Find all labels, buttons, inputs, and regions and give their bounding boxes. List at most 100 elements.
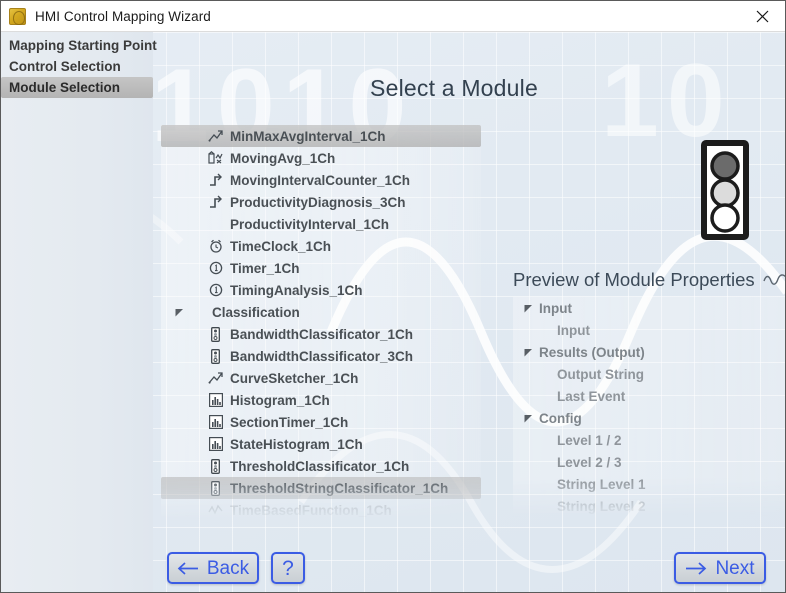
- preview-properties-list[interactable]: Input Input Results (Output) Output String L…: [513, 297, 785, 517]
- arrow-left-icon: [177, 561, 199, 575]
- sidebar-item-label: Mapping Starting Point: [9, 38, 157, 53]
- sidebar-item-label: Control Selection: [9, 59, 121, 74]
- module-list-item[interactable]: MovingAvg_1Ch: [161, 147, 481, 169]
- timer-icon: [207, 260, 224, 276]
- help-button[interactable]: ?: [271, 552, 305, 584]
- preview-property-row[interactable]: Level 1 / 2: [513, 429, 785, 451]
- preview-row-label: Output String: [557, 366, 644, 382]
- close-icon[interactable]: [740, 1, 785, 31]
- wizard-icon: [9, 7, 26, 25]
- module-list-item-label: CurveSketcher_1Ch: [230, 370, 359, 386]
- module-list-item[interactable]: TimeBasedFunction_1Ch: [161, 499, 481, 521]
- module-list-item[interactable]: Histogram_1Ch: [161, 389, 481, 411]
- chevron-down-icon[interactable]: [523, 413, 533, 423]
- preview-row-label: Input: [539, 300, 572, 316]
- preview-property-row[interactable]: String Level 1: [513, 473, 785, 495]
- module-list-item-label: SectionTimer_1Ch: [230, 414, 349, 430]
- module-list-item[interactable]: StateHistogram_1Ch: [161, 433, 481, 455]
- preview-row-label: Level 2 / 3: [557, 454, 622, 470]
- chevron-down-icon[interactable]: [523, 347, 533, 357]
- help-button-label: ?: [282, 556, 294, 580]
- module-list-item-label: ThresholdStringClassificator_1Ch: [230, 480, 449, 496]
- preview-property-row[interactable]: Level 2 / 3: [513, 451, 785, 473]
- module-list-item-label: TimeClock_1Ch: [230, 238, 332, 254]
- module-list-item[interactable]: CurveSketcher_1Ch: [161, 367, 481, 389]
- module-list-item[interactable]: BandwidthClassificator_3Ch: [161, 345, 481, 367]
- preview-row-label: Results (Output): [539, 344, 645, 360]
- module-list-item-label: Histogram_1Ch: [230, 392, 330, 408]
- next-button[interactable]: Next: [674, 552, 766, 584]
- wizard-window: 1010 10 HMI Control Mapping Wizard Mappi…: [0, 0, 786, 593]
- moving-avg-icon: [207, 150, 224, 166]
- traffic-light-icon: [207, 348, 224, 364]
- module-list-item[interactable]: ThresholdStringClassificator_1Ch: [161, 477, 481, 499]
- scatter-trend-icon: [207, 370, 224, 386]
- module-list-item[interactable]: Classification: [161, 301, 481, 323]
- preview-group-row[interactable]: Config: [513, 407, 785, 429]
- back-button-label: Back: [206, 557, 250, 579]
- preview-property-row[interactable]: Output String: [513, 363, 785, 385]
- module-list-item-label: TimeBasedFunction_1Ch: [230, 502, 392, 518]
- module-list-item-label: ProductivityDiagnosis_3Ch: [230, 194, 406, 210]
- module-list-item-label: StateHistogram_1Ch: [230, 436, 363, 452]
- traffic-light-icon: [701, 140, 749, 240]
- module-list-item-label: MovingAvg_1Ch: [230, 150, 336, 166]
- waveform-icon: [207, 502, 224, 518]
- module-list-item-label: TimingAnalysis_1Ch: [230, 282, 363, 298]
- preview-panel-title: Preview of Module Properties: [513, 269, 785, 291]
- preview-group-row[interactable]: Results (Output): [513, 341, 785, 363]
- chevron-down-icon[interactable]: [173, 308, 185, 317]
- module-list-item[interactable]: ThresholdClassificator_1Ch: [161, 455, 481, 477]
- preview-property-row[interactable]: Last Event: [513, 385, 785, 407]
- preview-title-label: Preview of Module Properties: [513, 269, 755, 290]
- preview-row-label: Level 1 / 2: [557, 432, 622, 448]
- preview-row-label: Last Event: [557, 388, 626, 404]
- traffic-light-icon: [207, 458, 224, 474]
- module-list-item-label: MovingIntervalCounter_1Ch: [230, 172, 411, 188]
- module-list-item[interactable]: MovingIntervalCounter_1Ch: [161, 169, 481, 191]
- module-list-item[interactable]: TimingAnalysis_1Ch: [161, 279, 481, 301]
- arrow-right-icon: [685, 561, 707, 575]
- timer-icon: [207, 282, 224, 298]
- preview-row-label: String Level 1: [557, 476, 646, 492]
- waveform-icon: [762, 269, 785, 291]
- module-list-item[interactable]: SectionTimer_1Ch: [161, 411, 481, 433]
- module-list-item[interactable]: TimeClock_1Ch: [161, 235, 481, 257]
- preview-row-label: Input: [557, 322, 590, 338]
- module-list-item[interactable]: BandwidthClassificator_1Ch: [161, 323, 481, 345]
- histogram-icon: [207, 414, 224, 430]
- sidebar-item-mapping-starting-point[interactable]: Mapping Starting Point: [1, 35, 157, 56]
- alarm-clock-icon: [207, 238, 224, 254]
- module-list-item-label: Timer_1Ch: [230, 260, 300, 276]
- module-list[interactable]: MinMaxAvgInterval_1Ch MovingAvg_1Ch Moving…: [161, 125, 481, 521]
- title-bar: HMI Control Mapping Wizard: [1, 1, 785, 32]
- module-list-item-label: Classification: [212, 304, 300, 320]
- back-button[interactable]: Back: [167, 552, 259, 584]
- module-list-item-label: ProductivityInterval_1Ch: [230, 216, 390, 232]
- chevron-down-icon[interactable]: [523, 303, 533, 313]
- preview-group-row[interactable]: Input: [513, 297, 785, 319]
- preview-property-row[interactable]: String Level 2: [513, 495, 785, 517]
- page-title: Select a Module: [370, 75, 538, 101]
- step-signal-icon: [207, 194, 224, 210]
- wizard-steps-sidebar: Mapping Starting Point Control Selection…: [1, 32, 157, 592]
- sidebar-item-control-selection[interactable]: Control Selection: [1, 56, 153, 77]
- window-title: HMI Control Mapping Wizard: [35, 8, 211, 24]
- preview-property-row[interactable]: Input: [513, 319, 785, 341]
- module-list-item[interactable]: MinMaxAvgInterval_1Ch: [161, 125, 481, 147]
- module-list-item[interactable]: ProductivityInterval_1Ch: [161, 213, 481, 235]
- histogram-icon: [207, 392, 224, 408]
- step-signal-icon: [207, 172, 224, 188]
- traffic-light-icon: [207, 480, 224, 496]
- next-button-label: Next: [715, 557, 755, 579]
- scatter-trend-icon: [207, 128, 224, 144]
- traffic-light-icon: [207, 326, 224, 342]
- module-list-item[interactable]: Timer_1Ch: [161, 257, 481, 279]
- module-list-item[interactable]: ProductivityDiagnosis_3Ch: [161, 191, 481, 213]
- histogram-icon: [207, 436, 224, 452]
- module-list-item-label: MinMaxAvgInterval_1Ch: [230, 128, 386, 144]
- preview-row-label: String Level 2: [557, 498, 646, 514]
- module-list-item-label: ThresholdClassificator_1Ch: [230, 458, 410, 474]
- module-list-item-label: BandwidthClassificator_1Ch: [230, 326, 414, 342]
- preview-row-label: Config: [539, 410, 582, 426]
